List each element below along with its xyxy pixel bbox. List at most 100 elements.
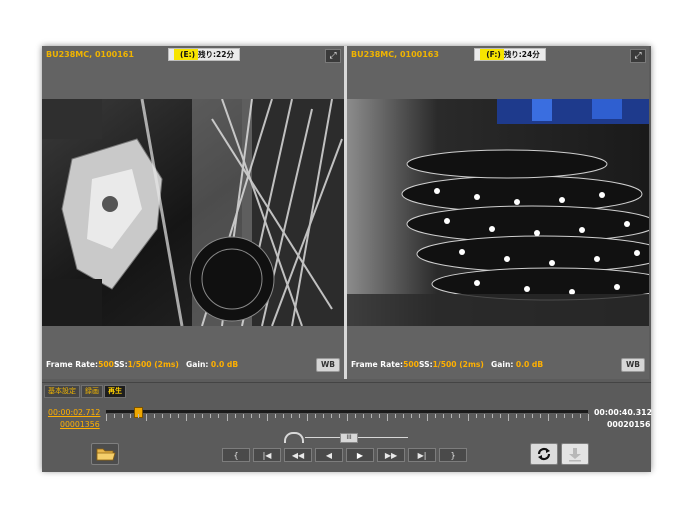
camera-pane-right: BU238MC, 0100163 (F:) 残り:24分 ⤢ Frame Rat… (347, 46, 649, 379)
seek-tick (539, 414, 541, 418)
video-frame-left (42, 99, 344, 326)
mark-out-button[interactable]: } (439, 448, 467, 462)
seek-tick (563, 414, 565, 418)
video-frame-right (347, 99, 649, 326)
seek-tick (170, 414, 172, 418)
drive-label: (E:) (174, 49, 199, 60)
seek-tick (531, 414, 533, 418)
seek-tick (290, 414, 292, 418)
speed-dial-icon (284, 432, 304, 443)
camera-id: BU238MC, 0100163 (351, 50, 439, 59)
remaining-time: 残り:22分 (198, 50, 234, 59)
seek-tick (475, 414, 477, 418)
reverse-play-button[interactable]: ◀ (315, 448, 343, 462)
go-to-end-button[interactable]: ▶| (408, 448, 436, 462)
seek-tick (138, 414, 140, 418)
seek-tick (387, 414, 389, 421)
storage-remaining[interactable]: (E:) 残り:22分 (168, 48, 240, 61)
seek-tick (298, 414, 300, 418)
seek-tick (330, 414, 332, 418)
frame-rate-label: Frame Rate: (46, 360, 99, 369)
seek-tick (250, 414, 252, 418)
expand-icon[interactable]: ⤢ (630, 49, 646, 63)
seek-tick (588, 414, 589, 421)
ss-label: SS: (419, 360, 433, 369)
seek-tick (395, 414, 397, 418)
total-frame: 00020156 (607, 420, 651, 429)
fast-reverse-button[interactable]: ◀◀ (284, 448, 312, 462)
seek-tick (435, 414, 437, 418)
mode-tabs: 基本設定 録画 再生 (44, 385, 126, 398)
current-time[interactable]: 00:00:02.712 (48, 408, 100, 417)
seek-tick (355, 414, 357, 418)
sync-icon (537, 447, 551, 461)
seek-tick (218, 414, 220, 418)
camera-pane-left: BU238MC, 0100161 (E:) 残り:22分 ⤢ Frame Rat… (42, 46, 344, 379)
download-icon (569, 448, 581, 462)
go-to-start-button[interactable]: |◀ (253, 448, 281, 462)
ss-value: 1/500 (2ms) (127, 360, 179, 369)
tab-playback[interactable]: 再生 (104, 385, 126, 398)
total-time: 00:00:40.312 (594, 408, 653, 417)
remaining-time: 残り:24分 (503, 50, 540, 59)
seek-tick (523, 414, 525, 418)
seek-tick (571, 414, 573, 418)
viewer-window: BU238MC, 0100161 (E:) 残り:22分 ⤢ Frame Rat… (42, 46, 653, 472)
fast-forward-button[interactable]: ▶▶ (377, 448, 405, 462)
frame-rate-value: 500 (403, 360, 419, 369)
seek-tick (419, 414, 421, 418)
seek-tick (282, 414, 284, 418)
seek-tick (178, 414, 180, 418)
camera-id: BU238MC, 0100161 (46, 50, 134, 59)
seek-tick (114, 414, 116, 418)
download-button[interactable] (561, 443, 589, 465)
camera-info-bar: Frame Rate:500 SS:1/500 (2ms) Gain: 0.0 … (42, 357, 344, 373)
seek-tick (515, 414, 517, 418)
seek-tick (266, 414, 268, 421)
expand-icon[interactable]: ⤢ (325, 49, 341, 63)
ss-label: SS: (114, 360, 128, 369)
open-folder-button[interactable] (91, 443, 119, 465)
seek-tick (579, 414, 581, 418)
seek-bar[interactable] (106, 407, 589, 425)
seek-tick (371, 414, 373, 418)
seek-tick (363, 414, 365, 418)
seek-tick (427, 414, 429, 421)
seek-tick (403, 414, 405, 418)
seek-tick (210, 414, 212, 418)
seek-tick (322, 414, 324, 418)
seek-tick (306, 414, 308, 421)
tab-basic-settings[interactable]: 基本設定 (44, 385, 80, 398)
seek-tick (106, 414, 107, 421)
gain-label: Gain: (186, 360, 209, 369)
speed-slider-thumb[interactable]: III (340, 433, 358, 443)
seek-tick (547, 414, 549, 421)
ss-value: 1/500 (2ms) (432, 360, 484, 369)
current-frame[interactable]: 00001356 (60, 420, 100, 429)
playback-panel: 基本設定 録画 再生 00:00:02.712 00001356 00:00:4… (42, 382, 653, 472)
play-button[interactable]: ▶ (346, 448, 374, 462)
seek-tick (122, 414, 124, 418)
seek-tick (507, 414, 509, 421)
tab-record[interactable]: 録画 (81, 385, 103, 398)
sync-button[interactable] (530, 443, 558, 465)
wb-button[interactable]: WB (316, 358, 340, 372)
seek-tick (451, 414, 453, 418)
storage-remaining[interactable]: (F:) 残り:24分 (474, 48, 546, 61)
seek-tick (258, 414, 260, 418)
gain-value: 0.0 dB (515, 360, 544, 369)
seek-tick (467, 414, 469, 421)
seek-tick (379, 414, 381, 418)
seek-tick (314, 414, 316, 418)
seek-tick (186, 414, 188, 421)
seek-tick (162, 414, 164, 418)
wb-button[interactable]: WB (621, 358, 645, 372)
folder-icon (96, 448, 116, 461)
seek-tick (491, 414, 493, 418)
seek-tick (234, 414, 236, 418)
seek-tick (347, 414, 348, 421)
seek-tick (555, 414, 557, 418)
seek-tick (226, 414, 228, 421)
mark-in-button[interactable]: { (222, 448, 250, 462)
gain-label: Gain: (491, 360, 514, 369)
